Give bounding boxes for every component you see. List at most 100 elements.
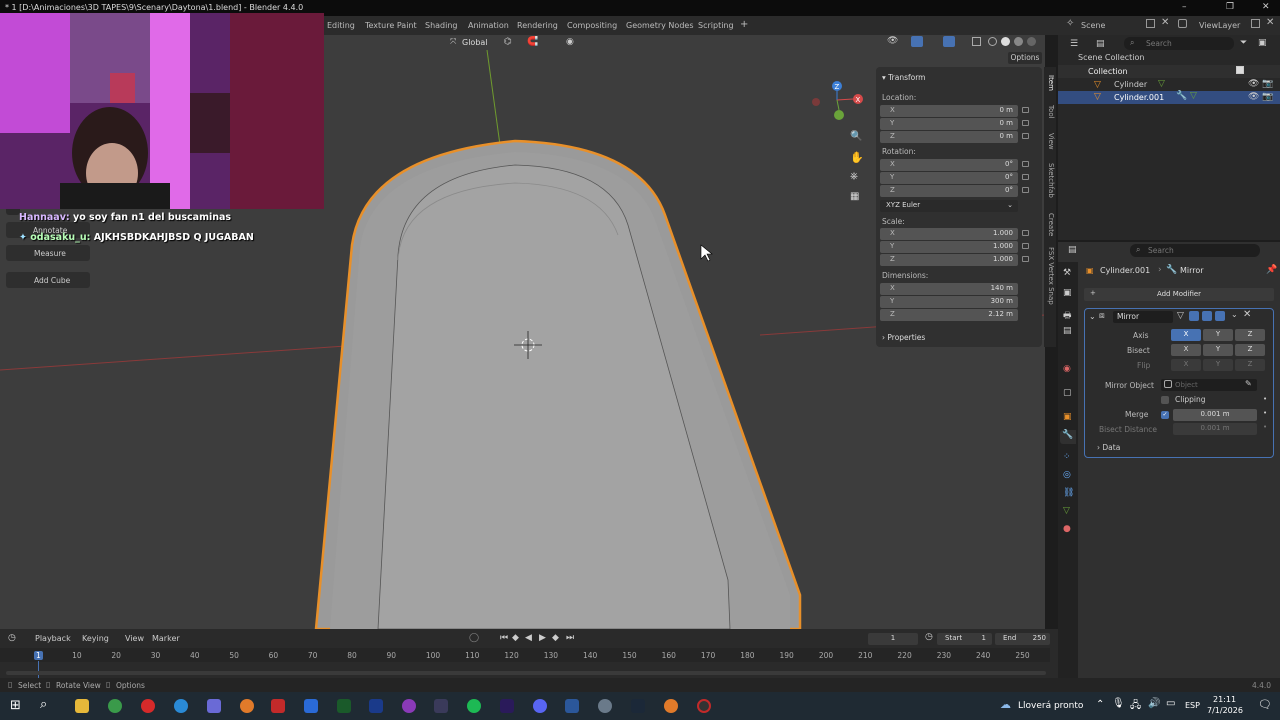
edge-icon[interactable] [174, 699, 188, 713]
tab-shading[interactable]: Shading [425, 21, 458, 30]
tab-animation[interactable]: Animation [468, 21, 509, 30]
transform-orientation-dropdown[interactable]: Global [462, 38, 488, 47]
keying-menu[interactable]: Keying [82, 634, 109, 643]
properties-search-input[interactable]: ⌕ Search [1130, 244, 1260, 257]
scale-y-field[interactable]: Y 1.000 [880, 241, 1018, 253]
add-modifier-button[interactable]: + Add Modifier [1084, 288, 1274, 301]
gizmo-toggle-icon[interactable] [911, 36, 923, 47]
merge-checkbox[interactable]: ✓ [1161, 411, 1169, 419]
scale-z-field[interactable]: Z 1.000 [880, 254, 1018, 266]
next-keyframe-icon[interactable]: ◆ [552, 633, 559, 643]
modifier-tab-icon[interactable]: 🔧 [1060, 430, 1076, 444]
marker-menu[interactable]: Marker [152, 634, 180, 643]
bisect-distance-field[interactable]: 0.001 m [1173, 423, 1257, 435]
end-frame-field[interactable]: End 250 [995, 633, 1050, 645]
clock-date[interactable]: 7/1/2026 [1207, 706, 1243, 715]
overlay-toggle-icon[interactable] [943, 36, 955, 47]
tab-view[interactable]: View [1045, 133, 1055, 150]
grid-perspective-icon[interactable]: ▦ [850, 191, 859, 202]
tool-add-cube[interactable]: Add Cube [6, 272, 90, 288]
modifier-name-field[interactable]: Mirror [1113, 311, 1173, 323]
tab-compositing[interactable]: Compositing [567, 21, 617, 30]
particles-tab-icon[interactable]: ⁘ [1063, 452, 1071, 462]
lock-icon[interactable] [1022, 256, 1029, 262]
axis-x-toggle[interactable]: X [1171, 329, 1201, 341]
outliner-row-selected[interactable]: ▽ Cylinder.001 🔧 ▽ [1058, 91, 1280, 104]
lock-icon[interactable] [1022, 230, 1029, 236]
world-tab-icon[interactable]: ◉ [1063, 364, 1071, 374]
app-icon[interactable] [304, 699, 318, 713]
axis-z-toggle[interactable]: Z [1235, 329, 1265, 341]
app-icon[interactable] [207, 699, 221, 713]
add-workspace-button[interactable]: + [740, 19, 748, 30]
render-tab-icon[interactable]: ▣ [1063, 288, 1072, 298]
network-icon[interactable]: 🖧 [1130, 698, 1141, 715]
location-x-field[interactable]: X0 m [880, 105, 1018, 117]
outliner-editor-icon[interactable]: ☰ [1070, 39, 1078, 49]
lock-icon[interactable] [1022, 187, 1029, 193]
lock-icon[interactable] [1022, 107, 1029, 113]
display-mode-icon[interactable]: ▤ [1096, 39, 1105, 49]
prev-keyframe-icon[interactable]: ◆ [512, 633, 519, 643]
blender-active-icon[interactable] [664, 699, 678, 713]
steam-icon[interactable] [631, 699, 645, 713]
keyframe-dot-icon[interactable]: • [1263, 395, 1267, 403]
tab-rendering[interactable]: Rendering [517, 21, 558, 30]
app-icon[interactable] [434, 699, 448, 713]
volume-icon[interactable]: 🔊 [1148, 698, 1160, 709]
object-tab-icon[interactable]: ▣ [1063, 412, 1072, 422]
jump-end-icon[interactable]: ⏭ [566, 633, 574, 643]
snap-icon[interactable]: 🧲 [527, 37, 538, 47]
view-menu[interactable]: View [125, 634, 144, 643]
location-z-field[interactable]: Z0 m [880, 131, 1018, 143]
dimensions-z-field[interactable]: Z 2.12 m [880, 309, 1018, 321]
weather-text[interactable]: Lloverá pronto [1018, 701, 1083, 711]
material-shading-icon[interactable] [1014, 37, 1023, 46]
start-frame-field[interactable]: Start 1 [937, 633, 992, 645]
lock-icon[interactable] [1022, 174, 1029, 180]
current-frame-field[interactable]: 1 [868, 633, 918, 645]
properties-editor-icon[interactable]: ▤ [1068, 245, 1077, 255]
auto-keying-icon[interactable]: ◯ [469, 633, 479, 643]
properties-panel-title[interactable]: › Properties [882, 333, 925, 342]
dropdown-icon[interactable]: ⌄ [1231, 310, 1238, 319]
camera-view-icon[interactable]: ⎈ [850, 171, 858, 182]
keyframe-dot-icon[interactable]: • [1263, 409, 1267, 417]
after-effects-icon[interactable] [500, 699, 514, 713]
visibility-icon[interactable]: 👁 [887, 36, 898, 46]
flip-y-toggle[interactable]: Y [1203, 359, 1233, 371]
pin-icon[interactable]: 📌 [1266, 265, 1277, 275]
app-icon[interactable] [598, 699, 612, 713]
collection-tab-icon[interactable]: ▢ [1063, 388, 1072, 398]
flip-x-toggle[interactable]: X [1171, 359, 1201, 371]
delete-scene-icon[interactable]: ✕ [1161, 17, 1169, 28]
app-icon[interactable] [402, 699, 416, 713]
physics-tab-icon[interactable]: ◎ [1063, 470, 1071, 480]
outliner-item-scene-collection[interactable]: Scene Collection [1078, 53, 1145, 62]
output-tab-icon[interactable]: 🖶 [1063, 308, 1072, 324]
outliner-search-input[interactable]: ⌕ Search [1124, 37, 1234, 50]
preview-range-icon[interactable]: ◷ [925, 632, 933, 642]
battery-icon[interactable]: ▭ [1166, 698, 1175, 709]
rotation-mode-dropdown[interactable]: XYZ Euler ⌄ [880, 200, 1018, 212]
render-display-icon[interactable] [1215, 311, 1225, 321]
notification-icon[interactable]: 🗨 [1258, 698, 1272, 711]
microphone-icon[interactable]: 🎙 [1112, 698, 1125, 709]
playback-menu[interactable]: Playback [35, 634, 71, 643]
outliner-item-cylinder[interactable]: Cylinder [1114, 80, 1147, 89]
jump-start-icon[interactable]: ⏮ [500, 633, 508, 643]
bisect-y-toggle[interactable]: Y [1203, 344, 1233, 356]
lock-icon[interactable] [1022, 133, 1029, 139]
new-view-layer-icon[interactable] [1251, 19, 1260, 28]
chrome-icon[interactable] [108, 699, 122, 713]
bisect-z-toggle[interactable]: Z [1235, 344, 1265, 356]
bisect-x-toggle[interactable]: X [1171, 344, 1201, 356]
new-scene-icon[interactable] [1146, 19, 1155, 28]
blender-icon[interactable] [240, 699, 254, 713]
play-reverse-icon[interactable]: ◀ [525, 633, 532, 643]
mirror-object-field[interactable]: Object ✎ [1161, 379, 1257, 391]
word-icon[interactable] [565, 699, 579, 713]
remove-modifier-icon[interactable]: ✕ [1243, 309, 1251, 320]
tray-chevron-icon[interactable]: ⌃ [1096, 699, 1104, 710]
tab-sketchfab[interactable]: Sketchfab [1045, 163, 1055, 198]
